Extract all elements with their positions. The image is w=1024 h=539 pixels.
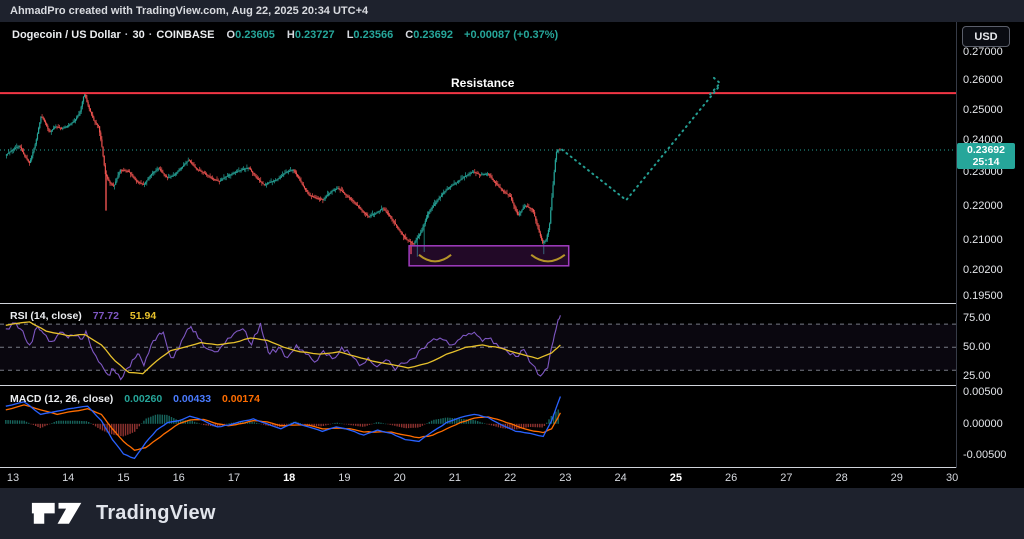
rsi-legend[interactable]: RSI (14, close) 77.72 51.94 <box>10 310 156 322</box>
last-price-value: 0.23692 <box>957 144 1015 156</box>
macd-title[interactable]: MACD (12, 26, close) <box>10 393 113 405</box>
symbol-legend[interactable]: Dogecoin / US Dollar·30·COINBASE O0.2360… <box>12 29 558 41</box>
bar-countdown: 25:14 <box>957 156 1015 168</box>
macd-tick: -0.00500 <box>963 449 1006 461</box>
price-tick: 0.27000 <box>963 46 1003 58</box>
time-label: 21 <box>449 472 461 484</box>
double-bottom-arc <box>531 255 565 262</box>
rsi-ma-value: 51.94 <box>130 310 156 322</box>
logo-glyph-7 <box>58 502 82 523</box>
interval-label[interactable]: 30 <box>132 29 144 41</box>
candlestick-series <box>6 93 561 257</box>
logo-glyph-1 <box>32 502 55 523</box>
close-value: 0.23692 <box>413 29 453 41</box>
time-label: 26 <box>725 472 737 484</box>
chart-canvas <box>0 22 1024 488</box>
price-tick: 0.19500 <box>963 290 1003 302</box>
high-value: 0.23727 <box>295 29 335 41</box>
rsi-tick: 50.00 <box>963 341 991 353</box>
pattern-box[interactable] <box>409 246 569 266</box>
time-label: 24 <box>614 472 626 484</box>
rsi-line <box>6 315 561 379</box>
time-label: 14 <box>62 472 74 484</box>
macd-tick: 0.00000 <box>963 418 1003 430</box>
price-tick: 0.22000 <box>963 200 1003 212</box>
time-label: 13 <box>7 472 19 484</box>
tradingview-logo[interactable] <box>30 501 86 527</box>
macd-line-value: 0.00433 <box>173 393 211 405</box>
projection-arrowhead <box>710 77 720 94</box>
macd-histogram <box>5 410 559 437</box>
macd-signal-line <box>6 405 561 450</box>
exchange-label: COINBASE <box>156 29 214 41</box>
macd-line <box>6 397 561 459</box>
symbol-title[interactable]: Dogecoin / US Dollar <box>12 29 121 41</box>
time-label: 16 <box>173 472 185 484</box>
time-label: 15 <box>117 472 129 484</box>
last-price-badge: 0.23692 25:14 <box>957 143 1015 169</box>
time-label: 17 <box>228 472 240 484</box>
time-label: 25 <box>670 472 682 484</box>
resistance-label[interactable]: Resistance <box>451 76 514 90</box>
macd-tick: 0.00500 <box>963 386 1003 398</box>
legend-separator: · <box>125 29 129 41</box>
price-tick: 0.25000 <box>963 104 1003 116</box>
time-label: 28 <box>835 472 847 484</box>
time-label: 29 <box>891 472 903 484</box>
legend-separator: · <box>149 29 153 41</box>
currency-button[interactable]: USD <box>962 26 1010 47</box>
time-label: 27 <box>780 472 792 484</box>
time-label: 22 <box>504 472 516 484</box>
price-tick: 0.21000 <box>963 234 1003 246</box>
tradingview-screen: AhmadPro created with TradingView.com, A… <box>0 0 1024 539</box>
price-tick: 0.20200 <box>963 264 1003 276</box>
chart-area[interactable]: Dogecoin / US Dollar·30·COINBASE O0.2360… <box>0 22 1024 488</box>
time-label: 23 <box>559 472 571 484</box>
close-label: C <box>405 29 413 41</box>
macd-signal-value: 0.00174 <box>222 393 260 405</box>
high-label: H <box>287 29 295 41</box>
projection-line[interactable] <box>562 77 720 200</box>
attribution-text: AhmadPro created with TradingView.com, A… <box>10 5 368 17</box>
time-axis[interactable]: 13 14 15 16 17 18 19 20 21 22 23 24 25 26 27 28 29 30 <box>0 468 1024 488</box>
rsi-bands <box>0 324 956 370</box>
rsi-ma-line <box>6 322 561 374</box>
open-value: 0.23605 <box>235 29 275 41</box>
time-label: 20 <box>394 472 406 484</box>
open-label: O <box>227 29 236 41</box>
time-label: 19 <box>338 472 350 484</box>
pane-separators <box>0 22 1024 488</box>
brand-text[interactable]: TradingView <box>96 502 216 525</box>
time-label: 30 <box>946 472 958 484</box>
rsi-tick: 25.00 <box>963 370 991 382</box>
price-axis[interactable]: USD 0.270000.260000.250000.240000.230000… <box>957 22 1024 468</box>
macd-histogram-value: 0.00260 <box>124 393 162 405</box>
price-tick: 0.26000 <box>963 74 1003 86</box>
time-label: 18 <box>283 472 295 484</box>
macd-legend[interactable]: MACD (12, 26, close) 0.00260 0.00433 0.0… <box>10 393 260 405</box>
low-value: 0.23566 <box>353 29 393 41</box>
topbar: AhmadPro created with TradingView.com, A… <box>0 0 1024 22</box>
rsi-tick: 75.00 <box>963 312 991 324</box>
change-value: +0.00087 (+0.37%) <box>464 29 558 41</box>
rsi-title[interactable]: RSI (14, close) <box>10 310 82 322</box>
rsi-value: 77.72 <box>93 310 119 322</box>
double-bottom-arc <box>419 255 451 262</box>
footer: TradingView <box>0 488 1024 539</box>
